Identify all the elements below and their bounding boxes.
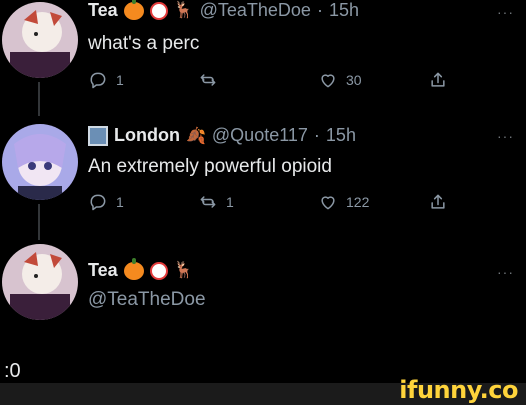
london-image-icon <box>88 125 108 146</box>
heart-icon <box>321 196 335 210</box>
retweet-icon <box>200 74 216 86</box>
reply-icon <box>90 194 106 211</box>
handle[interactable]: @TeaTheDoe <box>200 0 311 21</box>
retweet-icon <box>200 196 216 208</box>
separator: · <box>316 0 323 20</box>
display-name[interactable]: Tea <box>88 0 118 21</box>
thread-line <box>38 204 40 240</box>
timestamp[interactable]: 15h <box>326 125 356 146</box>
share-button[interactable] <box>428 192 448 212</box>
avatar-london[interactable] <box>2 124 78 200</box>
heart-icon <box>321 74 335 88</box>
tweet-actions: 1 30 <box>88 70 448 94</box>
tweet-actions: 1 1 122 <box>88 192 448 216</box>
retweet-count: 1 <box>226 194 234 210</box>
tweet-text: An extremely powerful opioid <box>88 156 332 177</box>
handle[interactable]: @Quote117 <box>212 125 308 146</box>
no-under-18-icon <box>149 1 168 20</box>
handle[interactable]: @TeaTheDoe <box>88 289 206 311</box>
like-count: 122 <box>346 194 370 210</box>
like-button[interactable]: 30 <box>318 70 362 90</box>
caption-text: :0 <box>4 360 21 382</box>
separator: · <box>313 125 320 145</box>
tweet-header: Tea 🦌 @TeaTheDoe · 15h <box>88 0 359 21</box>
like-button[interactable]: 122 <box>318 192 369 212</box>
avatar-tea[interactable] <box>2 244 78 320</box>
thread-line <box>38 82 40 116</box>
reply-count: 1 <box>116 194 124 210</box>
pumpkin-icon <box>123 0 144 20</box>
reply-icon <box>90 72 106 89</box>
no-under-18-icon <box>149 261 168 280</box>
ifunny-watermark: ifunny.co <box>399 376 518 404</box>
like-count: 30 <box>346 72 362 88</box>
more-options-icon[interactable]: ··· <box>497 128 514 144</box>
share-icon <box>431 194 445 209</box>
deer-icon: 🦌 <box>173 261 194 279</box>
more-options-icon[interactable]: ··· <box>497 264 514 280</box>
reply-button[interactable]: 1 <box>88 192 124 212</box>
tweet-header: London 🍂 @Quote117 · 15h <box>88 125 356 146</box>
retweet-button[interactable]: 1 <box>198 192 234 212</box>
display-name[interactable]: London <box>114 125 180 146</box>
pumpkin-icon <box>123 257 144 280</box>
deer-icon: 🦌 <box>173 1 194 19</box>
avatar-tea[interactable] <box>2 2 78 78</box>
reply-count: 1 <box>116 72 124 88</box>
tweet-text: what's a perc <box>88 33 200 54</box>
reply-button[interactable]: 1 <box>88 70 124 90</box>
timestamp[interactable]: 15h <box>329 0 359 21</box>
share-button[interactable] <box>428 70 448 90</box>
retweet-button[interactable] <box>198 70 226 90</box>
leaf-icon: 🍂 <box>185 127 206 145</box>
share-icon <box>431 72 445 87</box>
tweet-header: Tea 🦌 <box>88 257 194 281</box>
display-name[interactable]: Tea <box>88 260 118 281</box>
more-options-icon[interactable]: ··· <box>497 4 514 20</box>
avatar-tea-image <box>2 244 78 320</box>
avatar-london-image <box>2 124 78 200</box>
avatar-tea-image <box>2 2 78 78</box>
